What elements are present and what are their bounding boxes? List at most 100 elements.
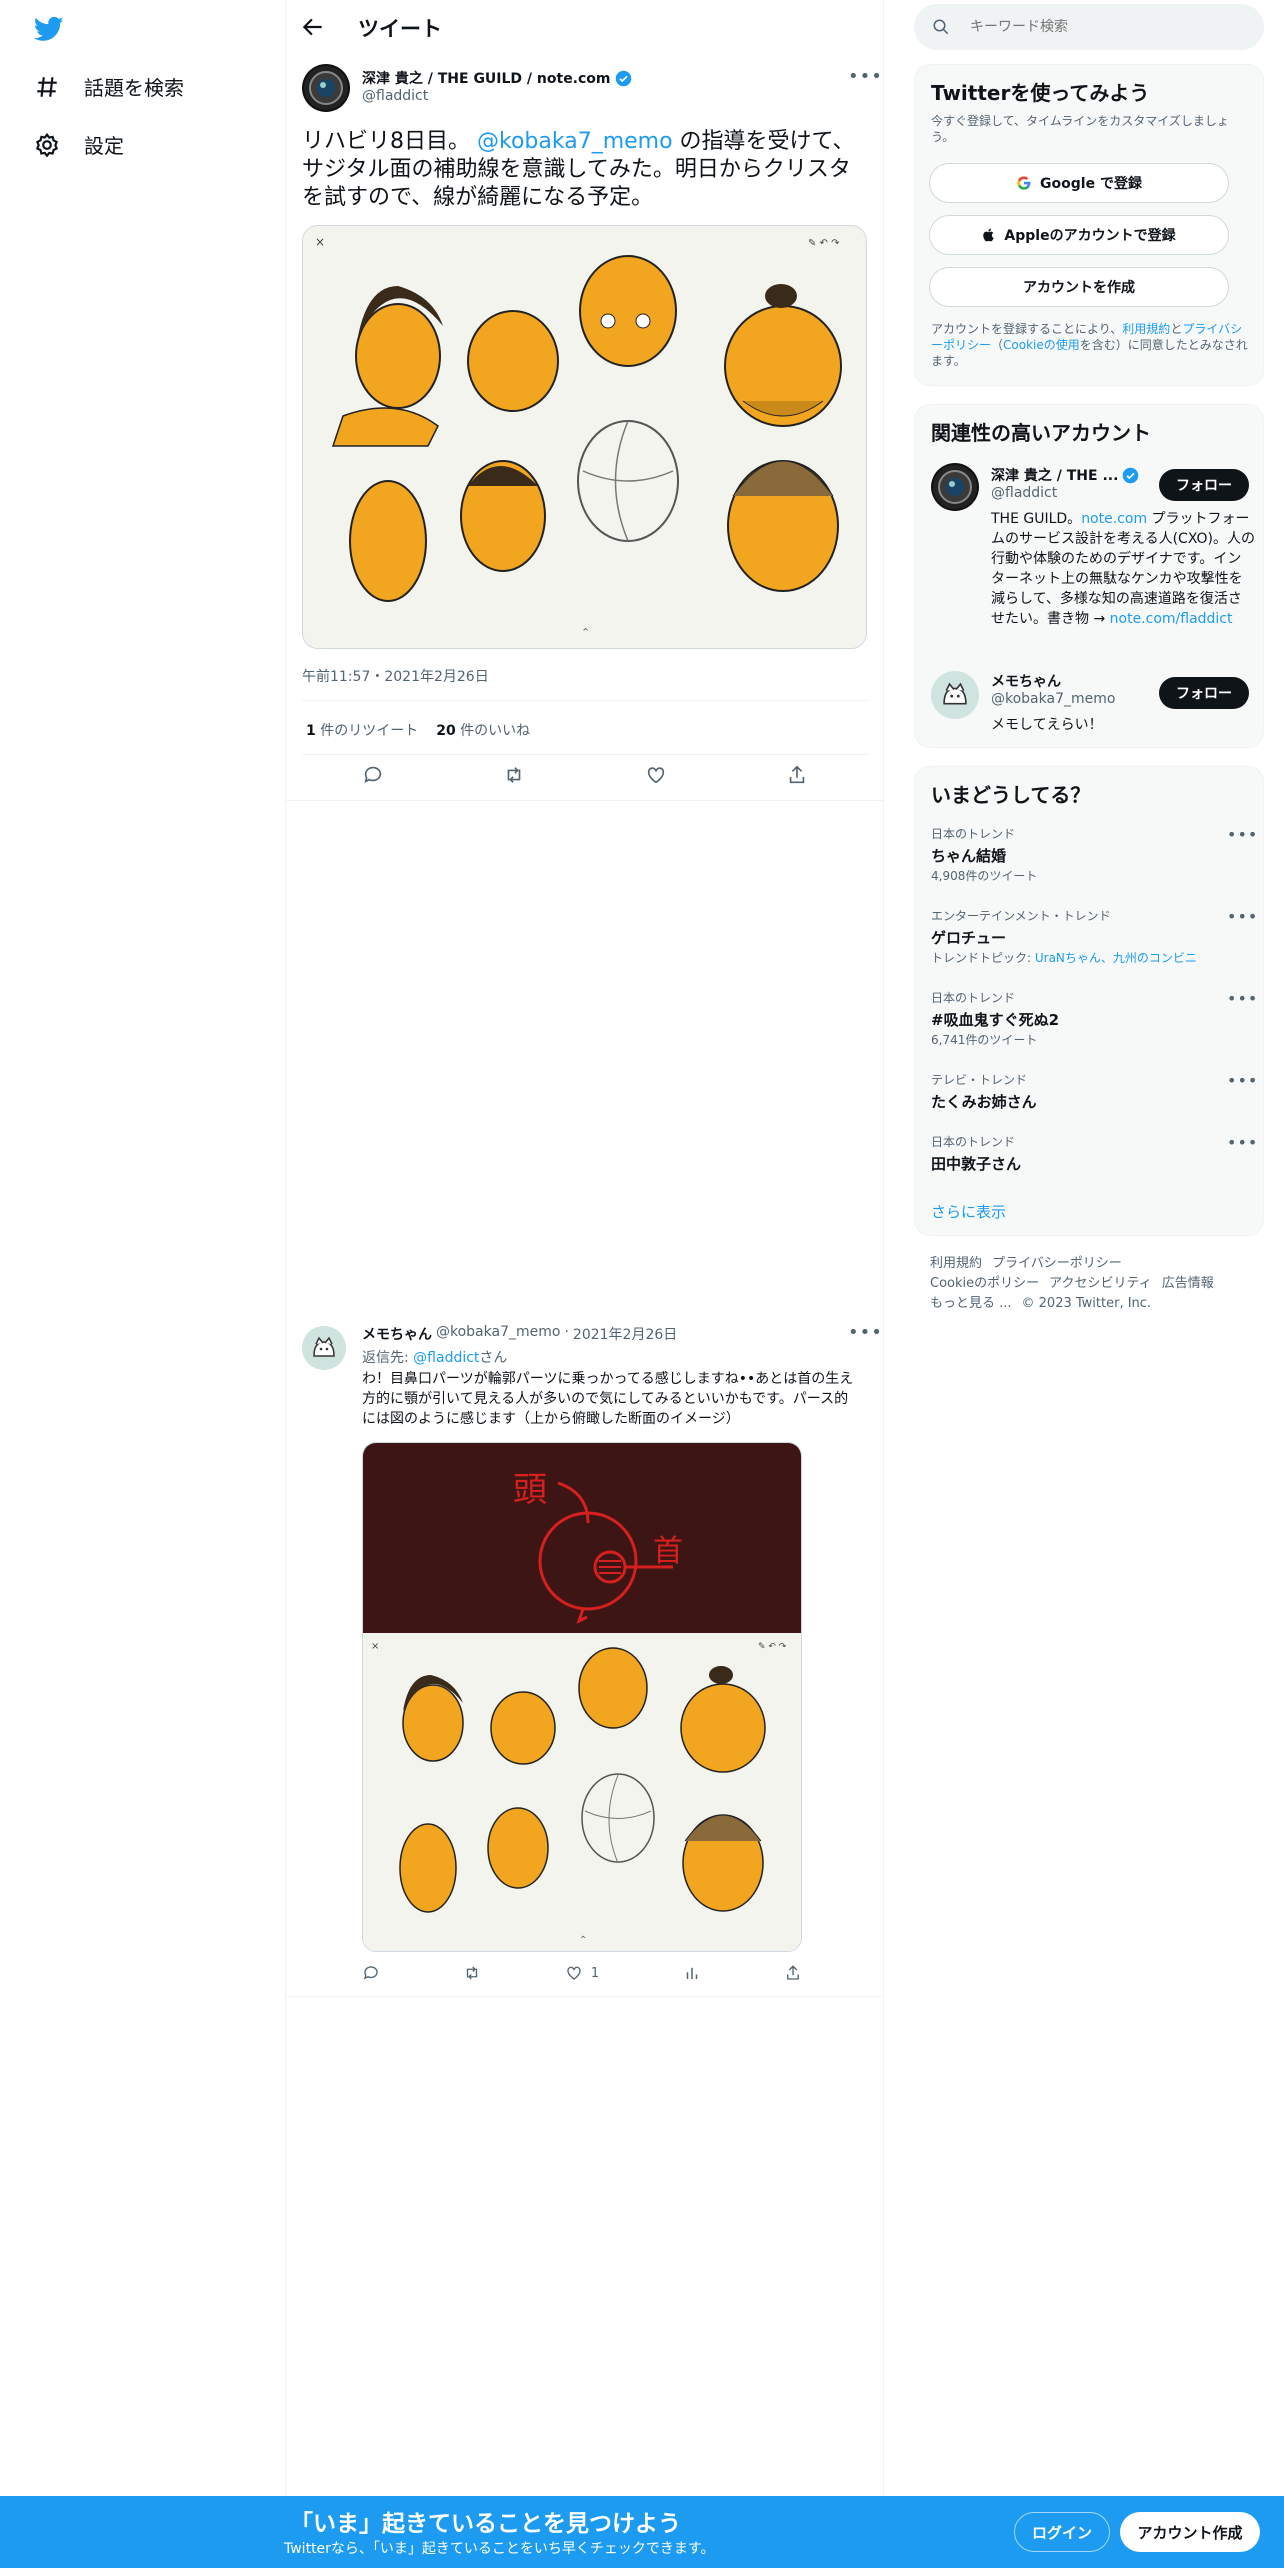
avatar[interactable] xyxy=(302,64,350,112)
trends-card-title: いまどうしてる？ xyxy=(931,783,1091,807)
like-heart-icon xyxy=(567,1966,581,1980)
reply-text: わ！目鼻口パーツが輪郭パーツに乗っかってる感じしますね••あとは首の生え方的に顎… xyxy=(362,1371,854,1427)
apple-signup-label: Appleのアカウントで登録 xyxy=(1004,228,1176,244)
google-signup-button[interactable]: Google で登録 xyxy=(929,163,1229,203)
nav-explore[interactable]: 話題を検索 xyxy=(34,72,184,101)
follow-button[interactable]: フォロー xyxy=(1159,469,1249,501)
page: 話題を検索 設定 ツイート 深津 貴之 / THE GUILD / note.c… xyxy=(0,0,1284,2568)
reply-to-handle[interactable]: @fladdict xyxy=(413,1350,479,1366)
search-input[interactable] xyxy=(970,4,1250,50)
create-account-label: アカウントを作成 xyxy=(1023,280,1135,296)
google-g-icon xyxy=(1017,176,1031,190)
search-icon xyxy=(933,19,949,35)
footer-link[interactable]: 広告情報 xyxy=(1162,1276,1214,1291)
author-name[interactable]: 深津 貴之 / THE GUILD / note.com xyxy=(362,68,632,88)
bio-link[interactable]: note.com/fladdict xyxy=(1110,611,1233,627)
footer-link[interactable]: アクセシビリティ xyxy=(1049,1276,1152,1291)
footer-link[interactable]: Cookieのポリシー xyxy=(930,1276,1039,1291)
trend-topics-prefix: トレンドトピック: xyxy=(931,951,1035,965)
related-account-name[interactable]: 深津 貴之 / THE ... xyxy=(991,465,1139,485)
retweet-icon[interactable] xyxy=(503,764,525,786)
tweet-text: リハビリ8日目。 @kobaka7_memo の指導を受けて、サジタル面の補助線… xyxy=(302,128,867,212)
like-stat[interactable]: 20 件のいいね xyxy=(436,720,530,740)
analytics-action[interactable] xyxy=(683,1964,701,1982)
trend-name: ちゃん結婚 xyxy=(931,847,1007,865)
footer-link[interactable]: プライバシーポリシー xyxy=(992,1256,1122,1271)
page-title: ツイート xyxy=(358,17,442,41)
mention-link[interactable]: @kobaka7_memo xyxy=(477,129,673,154)
follow-button[interactable]: フォロー xyxy=(1159,677,1249,709)
reply-author-name[interactable]: メモちゃん xyxy=(362,1324,432,1344)
perspective-diagram-illustration: 頭 首 × ✎ ↶ ↷ ⌃ xyxy=(363,1443,801,1951)
avatar[interactable] xyxy=(302,1326,346,1370)
avatar[interactable] xyxy=(931,671,979,719)
retweet-icon xyxy=(467,1966,478,1980)
related-account-name[interactable]: メモちゃん xyxy=(991,671,1061,691)
trend-name: 田中敦子さん xyxy=(931,1155,1022,1173)
gear-icon xyxy=(35,132,59,158)
like-heart-icon[interactable] xyxy=(645,764,667,786)
cat-avatar-icon xyxy=(302,1326,346,1370)
retweet-count: 1 xyxy=(306,723,316,739)
trend-tweet-count: 4,908件のツイート xyxy=(931,869,1038,883)
show-more-link[interactable]: さらに表示 xyxy=(931,1201,1006,1222)
bio-text-part: THE GUILD。 xyxy=(991,511,1082,527)
share-icon[interactable] xyxy=(786,764,808,786)
trend-context: テレビ・トレンド xyxy=(931,1073,1028,1087)
trend-topics: トレンドトピック: UraNちゃん、九州のコンビニ xyxy=(931,949,1197,966)
more-options-icon[interactable]: ••• xyxy=(1227,989,1258,1008)
bio-link[interactable]: note.com xyxy=(1081,511,1147,527)
apple-signup-button[interactable]: Appleのアカウントで登録 xyxy=(929,215,1229,255)
reply-to-prefix: 返信先: xyxy=(362,1350,414,1366)
more-options-icon[interactable]: ••• xyxy=(848,66,883,87)
more-options-icon[interactable]: ••• xyxy=(1227,1133,1258,1152)
retweet-stat[interactable]: 1 件のリツイート xyxy=(306,720,418,740)
related-account-handle[interactable]: @fladdict xyxy=(991,485,1057,501)
legal-text-part: アカウントを登録することにより、 xyxy=(931,322,1123,336)
search-box xyxy=(914,4,1264,50)
trend-name: たくみお姉さん xyxy=(931,1093,1037,1111)
like-action[interactable]: 1 xyxy=(565,1964,599,1982)
reply-icon[interactable] xyxy=(362,764,384,786)
reply-action[interactable] xyxy=(362,1964,380,1982)
signup-legal-text: アカウントを登録することにより、利用規約とプライバシーポリシー（Cookieの使… xyxy=(931,321,1249,369)
retweet-stat-label: 件のリツイート xyxy=(320,723,419,739)
more-options-icon[interactable]: ••• xyxy=(848,1322,883,1343)
more-options-icon[interactable]: ••• xyxy=(1227,825,1258,844)
svg-text:×: × xyxy=(371,1641,379,1652)
bottom-signup-bar: 「いま」起きていることを見つけよう Twitterなら、「いま」起きていることを… xyxy=(0,2496,1284,2568)
nav-settings[interactable]: 設定 xyxy=(34,130,124,159)
page-header: ツイート xyxy=(286,0,884,54)
more-options-icon[interactable]: ••• xyxy=(1227,907,1258,926)
main-column: ツイート 深津 貴之 / THE GUILD / note.com @fladd… xyxy=(286,0,884,2500)
footer-link[interactable]: 利用規約 xyxy=(930,1256,982,1271)
reply-to-line: 返信先: @fladdictさん xyxy=(362,1347,507,1367)
tweet-timestamp[interactable]: 午前11:57・2021年2月26日 xyxy=(302,666,489,686)
twitter-logo-icon[interactable] xyxy=(32,14,66,44)
terms-link[interactable]: 利用規約 xyxy=(1122,322,1170,336)
trend-topics-link[interactable]: UraNちゃん、九州のコンビニ xyxy=(1035,951,1197,965)
signup-button[interactable]: アカウント作成 xyxy=(1120,2512,1260,2552)
cookie-link[interactable]: Cookieの使用 xyxy=(1003,338,1080,352)
like-count: 20 xyxy=(436,723,456,739)
more-options-icon[interactable]: ••• xyxy=(1227,1071,1258,1090)
reply-date[interactable]: 2021年2月26日 xyxy=(573,1324,677,1344)
camera-lens-avatar-icon xyxy=(933,465,977,509)
share-action[interactable] xyxy=(784,1964,802,1982)
avatar[interactable] xyxy=(931,463,979,511)
reply-image[interactable]: 頭 首 × ✎ ↶ ↷ ⌃ xyxy=(362,1442,802,1952)
author-name-text: 深津 貴之 / THE GUILD / note.com xyxy=(362,71,611,87)
reply-to-suffix: さん xyxy=(479,1350,508,1366)
author-handle[interactable]: @fladdict xyxy=(362,88,428,104)
nav-settings-label: 設定 xyxy=(84,134,124,158)
reply-author-handle[interactable]: @kobaka7_memo xyxy=(436,1324,560,1344)
trends-card: いまどうしてる？ 日本のトレンド ちゃん結婚 4,908件のツイート ••• エ… xyxy=(914,766,1264,1236)
retweet-action[interactable] xyxy=(463,1964,481,1982)
footer-more-link[interactable]: もっと見る ... xyxy=(930,1296,1012,1311)
create-account-button[interactable]: アカウントを作成 xyxy=(929,267,1229,307)
tweet-image[interactable]: × ✎ ↶ ↷ ⌃ xyxy=(302,225,867,649)
related-account-handle[interactable]: @kobaka7_memo xyxy=(991,691,1115,707)
back-arrow-icon[interactable] xyxy=(300,14,326,40)
login-button[interactable]: ログイン xyxy=(1014,2512,1110,2552)
reply-like-count: 1 xyxy=(590,1965,600,1981)
